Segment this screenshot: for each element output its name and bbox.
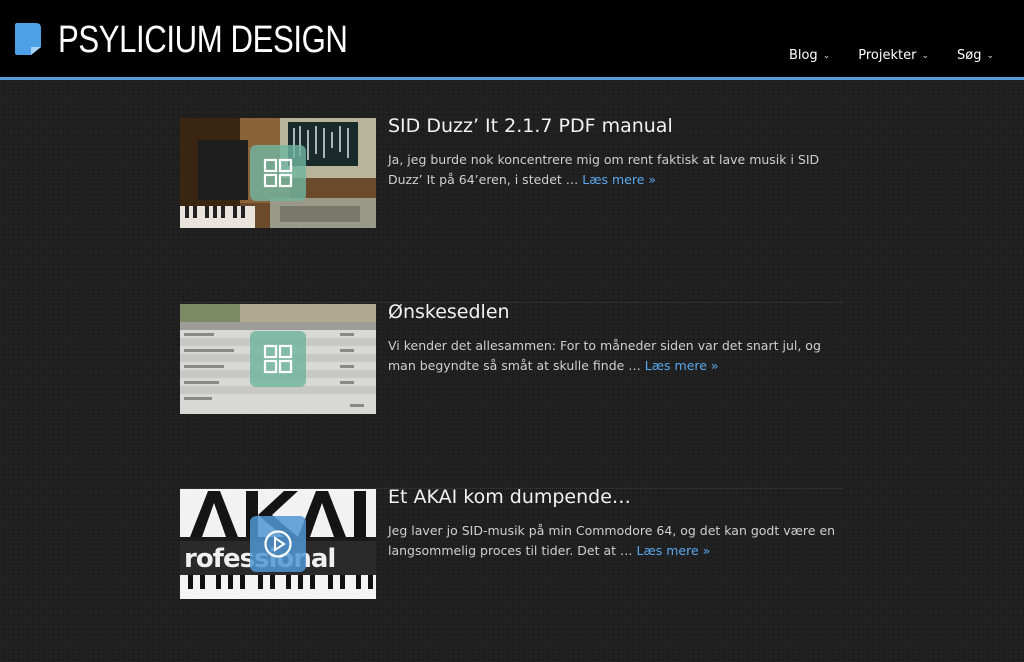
site-header: PSYLICIUM DESIGN Blog ⌄ Projekter ⌄ Søg …: [0, 0, 1024, 80]
post-excerpt: Jeg laver jo SID-musik på min Commodore …: [388, 521, 838, 560]
read-more-link[interactable]: Læs mere »: [645, 358, 719, 373]
video-overlay: [250, 516, 306, 572]
chevron-down-icon: ⌄: [822, 50, 831, 61]
post-thumbnail[interactable]: rofessional: [180, 489, 376, 599]
nav-item-search[interactable]: Søg ⌄: [957, 48, 994, 63]
nav-item-label: Søg: [956, 48, 982, 63]
post-title[interactable]: SID Duzz’ It 2.1.7 PDF manual: [388, 115, 673, 137]
post-title[interactable]: Ønskesedlen: [388, 301, 510, 323]
read-more-link[interactable]: Læs mere »: [637, 543, 711, 558]
post-item: rofessional Et AKAI kom dumpende… Jeg la…: [180, 486, 843, 662]
chevron-down-icon: ⌄: [986, 50, 994, 61]
excerpt-text: Vi kender det allesammen: For to måneder…: [388, 338, 821, 373]
gallery-grid-icon: [263, 158, 293, 188]
read-more-link[interactable]: Læs mere »: [582, 172, 656, 187]
excerpt-text: Jeg laver jo SID-musik på min Commodore …: [388, 523, 836, 558]
chevron-down-icon: ⌄: [921, 50, 929, 61]
nav-item-blog[interactable]: Blog ⌄: [789, 48, 830, 63]
post-thumbnail[interactable]: [180, 304, 376, 414]
site-title[interactable]: PSYLICIUM DESIGN: [58, 18, 348, 62]
post-excerpt: Ja, jeg burde nok koncentrere mig om ren…: [388, 150, 838, 189]
gallery-grid-icon: [263, 344, 293, 374]
post-item: SID Duzz’ It 2.1.7 PDF manual Ja, jeg bu…: [180, 115, 843, 303]
post-thumbnail[interactable]: [180, 118, 376, 228]
post-title[interactable]: Et AKAI kom dumpende…: [388, 486, 631, 508]
logo-icon[interactable]: [14, 21, 44, 57]
post-excerpt: Vi kender det allesammen: For to måneder…: [388, 336, 838, 375]
nav-item-projekter[interactable]: Projekter ⌄: [858, 48, 929, 63]
post-item: Ønskesedlen Vi kender det allesammen: Fo…: [180, 301, 843, 489]
gallery-overlay: [250, 331, 306, 387]
nav-item-label: Projekter: [858, 48, 917, 63]
gallery-overlay: [250, 145, 306, 201]
nav-item-label: Blog: [788, 48, 818, 63]
main-nav: Blog ⌄ Projekter ⌄ Søg ⌄: [761, 48, 994, 63]
video-play-icon: [264, 530, 292, 558]
